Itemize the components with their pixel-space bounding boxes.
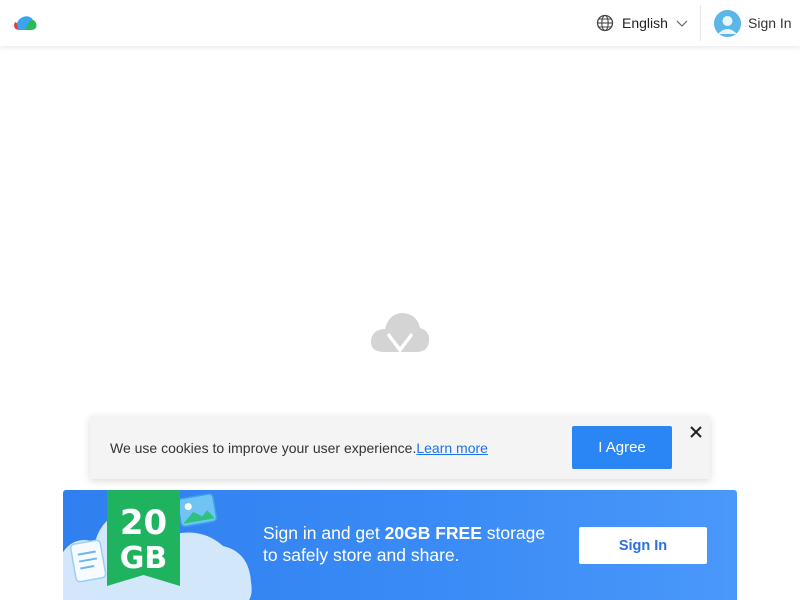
promo-text-prefix: Sign in and get bbox=[263, 523, 385, 543]
cookie-message-text: We use cookies to improve your user expe… bbox=[110, 440, 417, 456]
badge-number: 20 bbox=[120, 503, 167, 543]
sign-in-label: Sign In bbox=[748, 15, 792, 31]
close-icon[interactable] bbox=[688, 424, 704, 440]
badge-unit: GB bbox=[120, 541, 168, 576]
cloud-storage-illustration: 20 GB bbox=[63, 490, 252, 600]
promo-sign-in-button[interactable]: Sign In bbox=[579, 527, 707, 564]
language-selector[interactable]: English bbox=[596, 12, 688, 34]
promo-text: Sign in and get 20GB FREE storage to saf… bbox=[263, 522, 563, 566]
cloud-icon bbox=[370, 313, 430, 353]
top-navigation-bar: English Sign In bbox=[0, 0, 800, 46]
language-label: English bbox=[622, 15, 668, 31]
learn-more-link[interactable]: Learn more bbox=[416, 440, 488, 456]
promo-banner: 20 GB Sign in and get 20GB FREE storage … bbox=[63, 490, 737, 600]
agree-button[interactable]: I Agree bbox=[572, 426, 672, 469]
chevron-down-icon bbox=[676, 20, 688, 27]
header-sign-in-button[interactable]: Sign In bbox=[714, 9, 792, 37]
cookie-consent-banner: We use cookies to improve your user expe… bbox=[90, 416, 710, 479]
promo-text-bold: 20GB FREE bbox=[384, 523, 482, 543]
header-divider bbox=[700, 5, 701, 41]
logo-icon[interactable] bbox=[12, 13, 38, 33]
cookie-message: We use cookies to improve your user expe… bbox=[110, 440, 488, 456]
globe-icon bbox=[596, 14, 614, 32]
avatar-icon bbox=[714, 9, 741, 37]
